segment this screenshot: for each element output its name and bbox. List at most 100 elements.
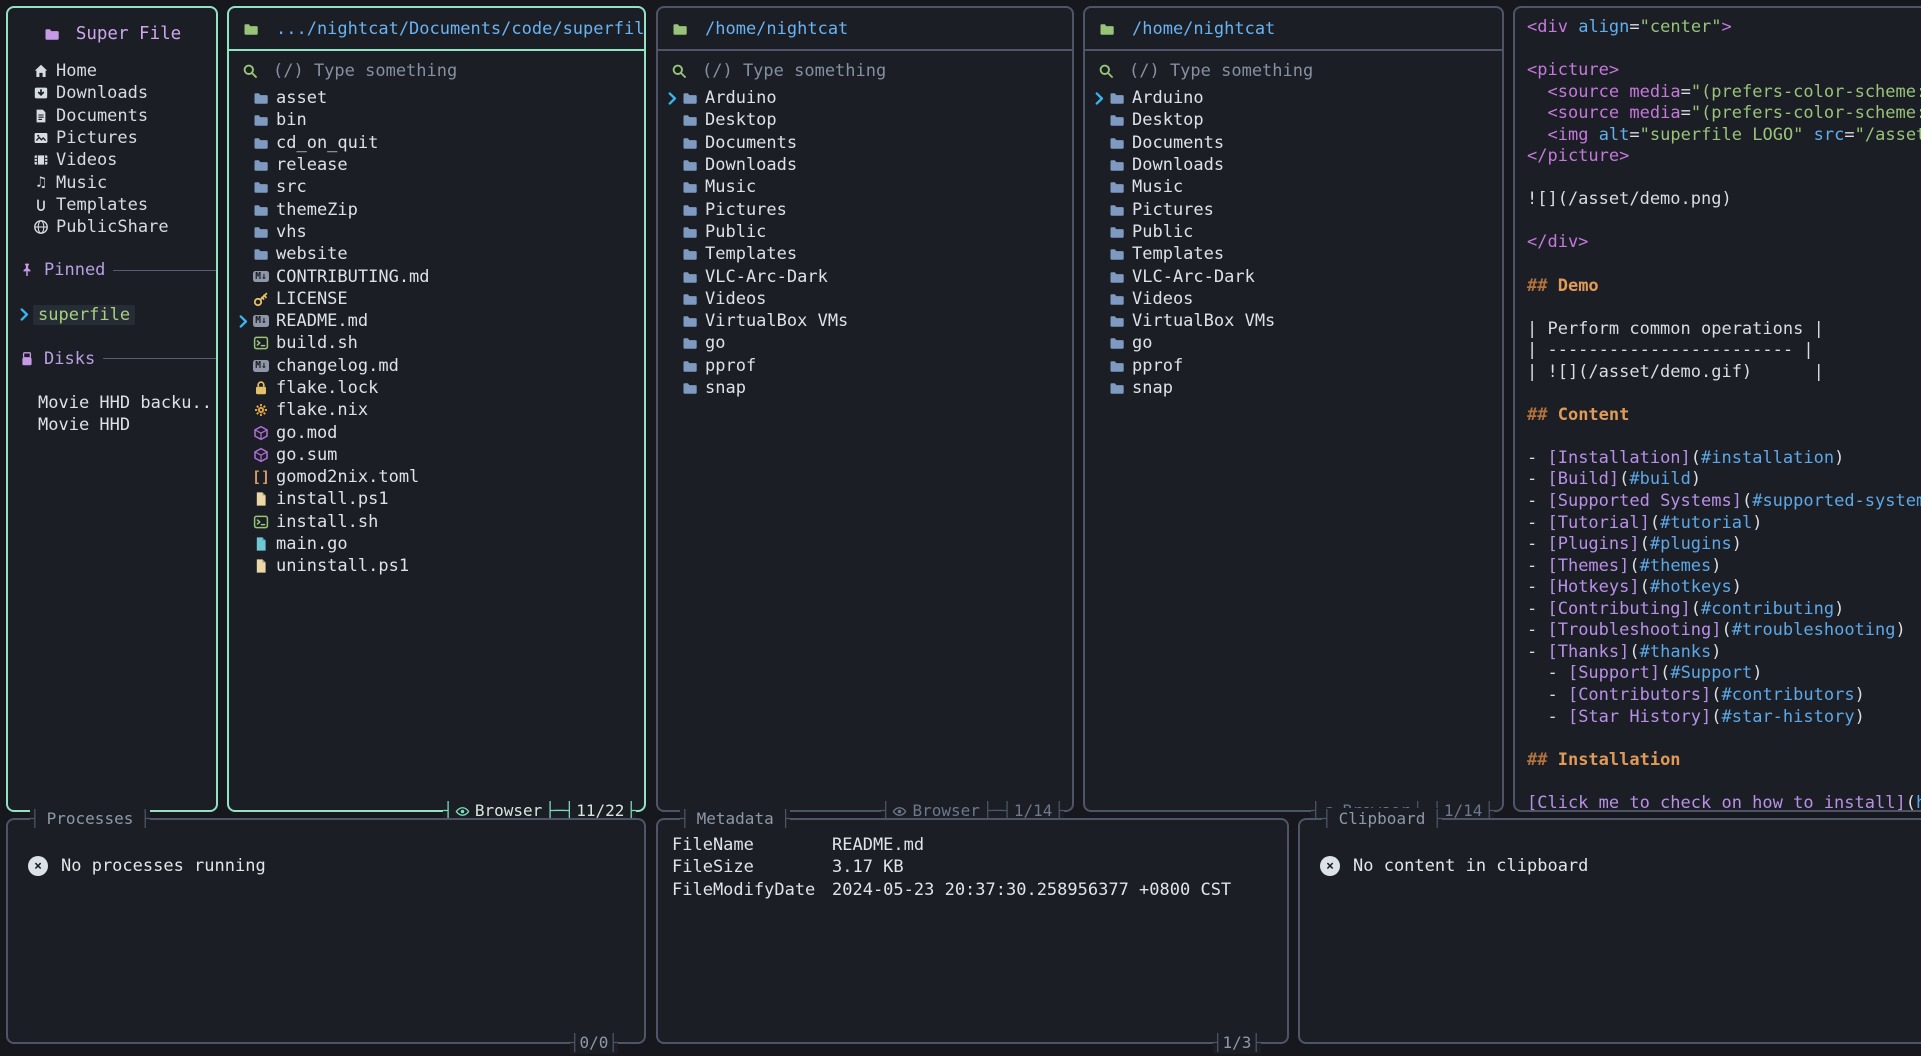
code-line: - [Troubleshooting](#troubleshooting) [1527, 620, 1921, 642]
code-line: ![](/asset/demo.png) [1527, 189, 1921, 211]
file-row[interactable]: Arduino [664, 87, 1066, 109]
folder-icon [252, 179, 270, 195]
folder-icon [1098, 21, 1116, 37]
file-row[interactable]: pprof [1091, 355, 1496, 377]
lock-icon [252, 380, 270, 396]
file-row[interactable]: Music [664, 176, 1066, 198]
file-row[interactable]: Templates [1091, 243, 1496, 265]
file-row[interactable]: M↓README.md [235, 310, 638, 332]
file-name: changelog.md [276, 356, 399, 376]
file-row[interactable]: Public [664, 221, 1066, 243]
file-row[interactable]: Music [1091, 176, 1496, 198]
file-row[interactable]: Desktop [664, 109, 1066, 131]
folder-icon [1108, 202, 1126, 218]
sidebar-nav: HomeDownloadsDocumentsPicturesVideos♫Mus… [8, 60, 216, 238]
file-row[interactable]: Templates [664, 243, 1066, 265]
metadata-row: FileNameREADME.md [672, 834, 1273, 856]
file-row[interactable]: cd_on_quit [235, 132, 638, 154]
sidebar-item-pictures[interactable]: Pictures [32, 127, 216, 149]
file-row[interactable]: snap [664, 377, 1066, 399]
markdown-icon: M↓ [252, 315, 270, 327]
file-row[interactable]: themeZip [235, 198, 638, 220]
file-row[interactable]: [] gomod2nix.toml [235, 466, 638, 488]
documents-icon [32, 108, 50, 124]
file-row[interactable]: install.sh [235, 511, 638, 533]
search-input[interactable]: (/) Type something [229, 51, 644, 85]
file-row[interactable]: website [235, 243, 638, 265]
sidebar-item-publicshare[interactable]: PublicShare [32, 216, 216, 238]
folder-icon [681, 135, 699, 151]
file-row[interactable]: Downloads [664, 154, 1066, 176]
file-row[interactable]: VirtualBox VMs [664, 310, 1066, 332]
file-row[interactable]: pprof [664, 355, 1066, 377]
disk-item[interactable]: Movie HHD [8, 414, 216, 436]
sidebar-item-documents[interactable]: Documents [32, 105, 216, 127]
sidebar-item-label: Templates [56, 195, 148, 215]
file-row[interactable]: Public [1091, 221, 1496, 243]
file-row[interactable]: release [235, 154, 638, 176]
file-row[interactable]: Downloads [1091, 154, 1496, 176]
file-name: VirtualBox VMs [705, 311, 848, 331]
code-line: ## Demo [1527, 276, 1921, 298]
code-line: ## Content [1527, 405, 1921, 427]
chevron-right-icon [664, 92, 681, 105]
file-row[interactable]: flake.nix [235, 399, 638, 421]
file-row[interactable]: uninstall.ps1 [235, 555, 638, 577]
sidebar: Super File HomeDownloadsDocumentsPicture… [6, 6, 218, 812]
sidebar-item-home[interactable]: Home [32, 60, 216, 82]
file-name: gomod2nix.toml [276, 467, 419, 487]
file-row[interactable]: go [1091, 332, 1496, 354]
file-row[interactable]: go.mod [235, 421, 638, 443]
panel-header: .../nightcat/Documents/code/superfile [229, 8, 644, 51]
sidebar-item-downloads[interactable]: Downloads [32, 82, 216, 104]
disk-item[interactable]: Movie HHD backu... [8, 392, 216, 414]
file-row[interactable]: Documents [664, 132, 1066, 154]
file-row[interactable]: src [235, 176, 638, 198]
file-row[interactable]: VLC-Arc-Dark [1091, 265, 1496, 287]
file-row[interactable]: LICENSE [235, 288, 638, 310]
file-row[interactable]: go [664, 332, 1066, 354]
file-row[interactable]: M↓CONTRIBUTING.md [235, 265, 638, 287]
file-row[interactable]: Videos [1091, 288, 1496, 310]
section-divider [113, 270, 216, 271]
code-line: <img alt="superfile LOGO" src="/asset/s [1527, 125, 1921, 147]
file-row[interactable]: VLC-Arc-Dark [664, 265, 1066, 287]
folder-icon [1108, 179, 1126, 195]
file-row[interactable]: build.sh [235, 332, 638, 354]
search-icon [1097, 63, 1115, 79]
file-row[interactable]: M↓changelog.md [235, 355, 638, 377]
file-row[interactable]: snap [1091, 377, 1496, 399]
file-row[interactable]: go.sum [235, 444, 638, 466]
brackets-icon: [] [252, 468, 270, 486]
code-line: - [Build](#build) [1527, 469, 1921, 491]
file-row[interactable]: Videos [664, 288, 1066, 310]
file-preview-content: <div align="center"><picture> <source me… [1527, 17, 1921, 812]
file-row[interactable]: flake.lock [235, 377, 638, 399]
sidebar-item-templates[interactable]: Templates [32, 194, 216, 216]
file-name: install.sh [276, 512, 378, 532]
metadata-value: 2024-05-23 20:37:30.258956377 +0800 CST [832, 879, 1231, 901]
file-row[interactable]: Pictures [664, 198, 1066, 220]
pinned-item[interactable]: superfile [8, 303, 216, 325]
sidebar-item-music[interactable]: ♫Music [32, 171, 216, 193]
file-row[interactable]: Documents [1091, 132, 1496, 154]
folder-icon [681, 246, 699, 262]
chevron-right-icon [16, 308, 33, 321]
search-input[interactable]: (/) Type something [658, 51, 1072, 85]
file-row[interactable]: asset [235, 87, 638, 109]
file-row[interactable]: install.ps1 [235, 488, 638, 510]
file-name: Documents [705, 133, 797, 153]
file-row[interactable]: Pictures [1091, 198, 1496, 220]
file-row[interactable]: main.go [235, 533, 638, 555]
file-row[interactable]: VirtualBox VMs [1091, 310, 1496, 332]
file-icon [252, 491, 270, 507]
file-row[interactable]: Arduino [1091, 87, 1496, 109]
sidebar-item-videos[interactable]: Videos [32, 149, 216, 171]
search-input[interactable]: (/) Type something [1085, 51, 1502, 85]
metadata-panel: ┤ Metadata ├ FileNameREADME.mdFileSize3.… [656, 818, 1289, 1044]
file-row[interactable]: Desktop [1091, 109, 1496, 131]
file-row[interactable]: vhs [235, 221, 638, 243]
file-name: main.go [276, 534, 348, 554]
code-line: <picture> [1527, 60, 1921, 82]
file-row[interactable]: bin [235, 109, 638, 131]
